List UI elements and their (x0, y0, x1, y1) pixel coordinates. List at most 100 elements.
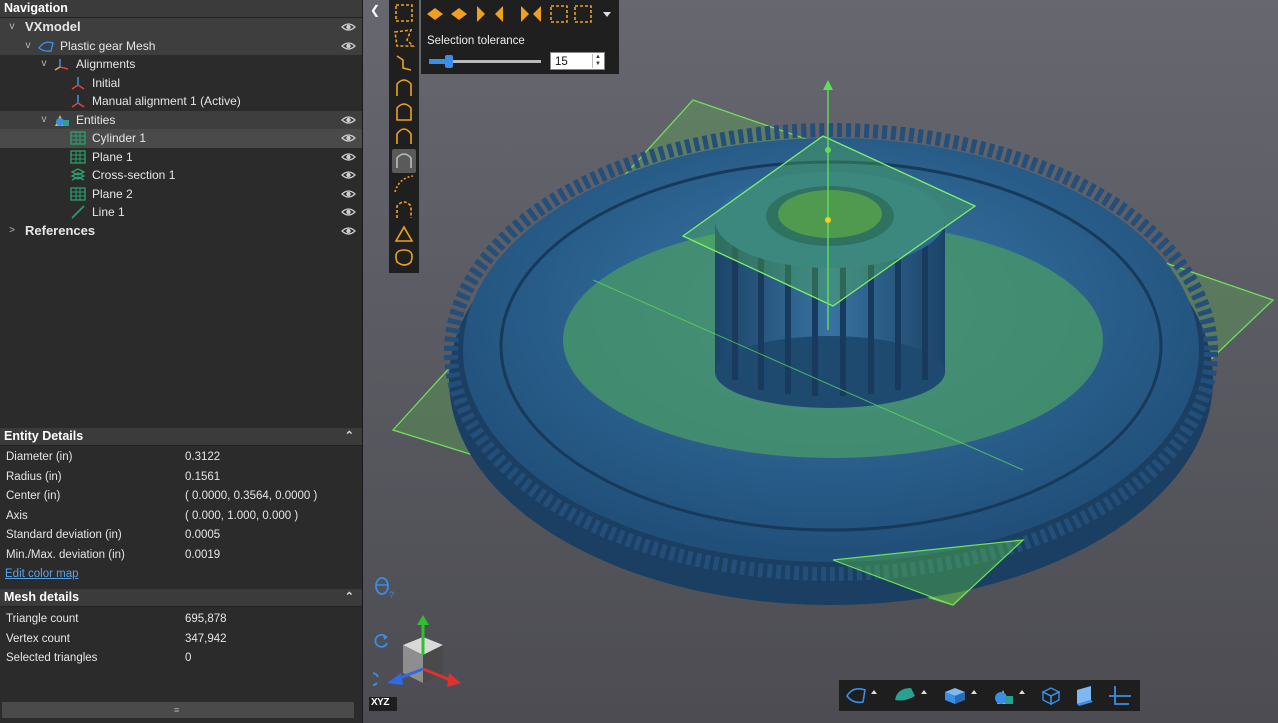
entity-details-title: Entity Details (4, 429, 84, 443)
lasso-select-icon[interactable] (394, 29, 415, 47)
triangle-select-icon[interactable] (394, 225, 414, 242)
cross-section-icon (70, 168, 86, 181)
entities-icon (55, 114, 69, 126)
tree-item-label: Cylinder 1 (92, 131, 147, 145)
property-key: Min./Max. deviation (in) (6, 548, 125, 561)
shrink-selection-icon[interactable] (495, 6, 503, 22)
box-display-icon[interactable] (945, 688, 977, 704)
chevron-right-icon[interactable]: > (6, 222, 18, 241)
tolerance-slider-thumb[interactable] (445, 55, 454, 68)
eye-icon[interactable] (341, 115, 356, 125)
select-all-icon[interactable] (550, 5, 568, 23)
eye-icon[interactable] (341, 152, 356, 162)
rect-select-icon[interactable] (395, 4, 413, 22)
selection-toolbar (389, 0, 419, 273)
panel-scrollbar[interactable]: ≡ (2, 702, 354, 718)
dropdown-icon[interactable] (603, 12, 611, 17)
tree-item[interactable]: > References (0, 222, 362, 241)
eye-icon[interactable] (341, 226, 356, 236)
mesh-details-header[interactable]: Mesh details ⌃ (0, 589, 362, 607)
active-tool-highlight[interactable] (392, 149, 416, 173)
surface-select-icon[interactable] (396, 79, 412, 96)
chevron-down-icon[interactable]: v (6, 18, 18, 37)
section-view-icon[interactable] (1109, 686, 1131, 705)
next-icon[interactable] (521, 6, 529, 22)
display-tools (846, 686, 1131, 706)
surface-display-icon[interactable] (895, 688, 927, 701)
eye-icon[interactable] (341, 170, 356, 180)
tree-item[interactable]: v Entities (0, 110, 362, 130)
property-row: Selected triangles 0 (0, 649, 362, 669)
tree-item-label: Plane 1 (92, 149, 133, 164)
axes-icon (71, 95, 85, 108)
collapse-icon[interactable]: ⌃ (345, 589, 354, 606)
collapse-panel-icon[interactable]: ❮ (368, 3, 382, 17)
property-value: 347,942 (185, 632, 227, 645)
property-value: 0.3122 (185, 451, 221, 463)
selection-mode-toolbar (421, 0, 619, 28)
sphere-select-icon[interactable] (396, 201, 412, 218)
property-value: 0.1561 (185, 470, 221, 483)
tree-item-label: Cross-section 1 (92, 168, 176, 182)
selection-tolerance-panel: Selection tolerance 15 ▲ ▼ (421, 28, 619, 74)
eye-icon[interactable] (341, 133, 356, 143)
property-value: 0 (185, 652, 192, 664)
property-row: Triangle count 695,878 (0, 610, 362, 630)
edit-color-map-link[interactable]: Edit color map (5, 568, 79, 580)
invert-selection-icon[interactable] (574, 5, 592, 23)
3d-viewport[interactable]: ❮ Selection tolerance 15 ▲ ▼ ? XYZ (363, 0, 1278, 723)
gear-model-render[interactable] (363, 0, 1278, 723)
tree-item[interactable]: v VXmodel (0, 18, 362, 37)
navigation-tree: v VXmodel v Plastic gear Mesh v Alignments Ini… (0, 18, 362, 240)
collapse-icon[interactable]: ⌃ (345, 428, 354, 445)
tree-item[interactable]: Cross-section 1 (0, 166, 362, 185)
clipping-plane-icon[interactable] (1077, 686, 1093, 706)
bounding-box-icon[interactable] (1041, 687, 1061, 706)
view-cube-icon[interactable] (381, 615, 466, 695)
tree-item[interactable]: Cylinder 1 (0, 129, 362, 148)
chevron-down-icon[interactable]: v (38, 111, 50, 130)
cone-select-icon[interactable] (396, 128, 412, 144)
tree-item[interactable]: v Plastic gear Mesh (0, 36, 362, 56)
tree-item[interactable]: Line 1 (0, 203, 362, 222)
grip-icon[interactable]: ≡ (174, 705, 179, 715)
select-front-icon[interactable] (427, 8, 443, 20)
tree-item-label: Plastic gear Mesh (60, 38, 156, 53)
tree-item[interactable]: Plane 1 (0, 148, 362, 167)
spin-arrows-icon[interactable]: ▲ ▼ (592, 54, 603, 68)
tree-item-label: Alignments (76, 57, 136, 71)
mesh-display-icon[interactable] (846, 688, 877, 704)
property-row: Diameter (in) 0.3122 (0, 448, 362, 468)
chevron-down-icon[interactable]: v (38, 55, 50, 74)
eye-icon[interactable] (341, 207, 356, 217)
property-row: Radius (in) 0.1561 (0, 468, 362, 488)
tree-item-label: References (25, 222, 96, 238)
chevron-down-icon[interactable]: v (22, 37, 34, 56)
eye-icon[interactable] (341, 41, 356, 51)
entities-display-icon[interactable] (995, 690, 1025, 704)
eye-icon[interactable] (341, 189, 356, 199)
tree-item[interactable]: Plane 2 (0, 185, 362, 204)
curve-select-icon[interactable] (394, 175, 414, 193)
polyline-select-icon[interactable] (396, 55, 412, 71)
tree-item[interactable]: v Alignments (0, 55, 362, 74)
freeform-select-icon[interactable] (395, 249, 413, 266)
select-through-icon[interactable] (451, 8, 467, 20)
entity-details-header[interactable]: Entity Details ⌃ (0, 428, 362, 446)
display-toolbar (839, 680, 1140, 711)
tree-item[interactable]: Initial (0, 74, 362, 93)
navigation-header[interactable]: Navigation (0, 0, 362, 18)
eye-icon[interactable] (341, 22, 356, 32)
property-value: 0.0005 (185, 529, 221, 541)
cylinder-icon (70, 131, 86, 145)
expand-selection-icon[interactable] (477, 6, 485, 22)
previous-icon[interactable] (533, 6, 541, 22)
axes-icon (71, 76, 85, 90)
mouse-help-icon[interactable]: ? (373, 576, 397, 600)
property-row: Center (in) ( 0.0000, 0.3564, 0.0000 ) (0, 487, 362, 507)
cylinder-select-icon[interactable] (396, 103, 412, 121)
property-key: Vertex count (6, 632, 70, 645)
tree-item[interactable]: Manual alignment 1 (Active) (0, 92, 362, 111)
tolerance-spinbox[interactable]: 15 ▲ ▼ (550, 52, 605, 70)
property-key: Triangle count (6, 613, 79, 625)
